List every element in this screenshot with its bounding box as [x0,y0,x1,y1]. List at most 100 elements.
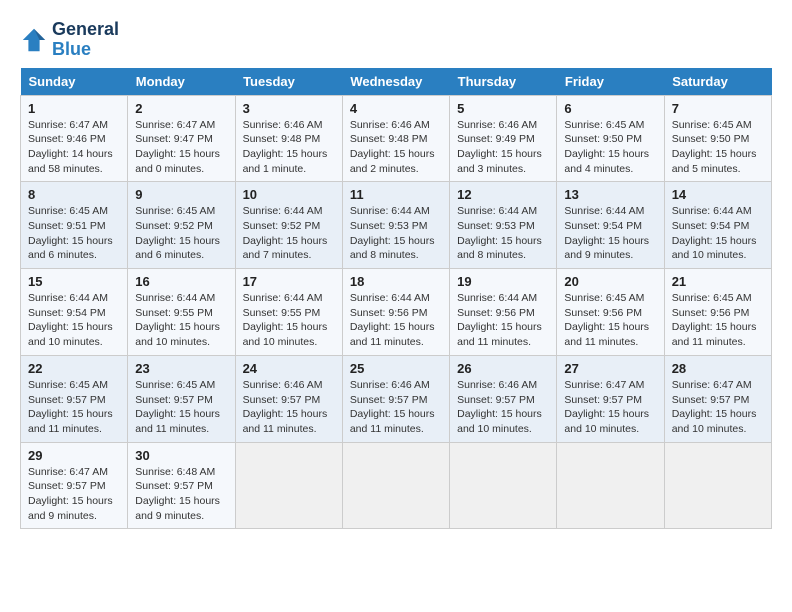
day-number: 13 [564,187,656,202]
day-info: Sunrise: 6:47 AMSunset: 9:46 PMDaylight:… [28,118,120,177]
day-info: Sunrise: 6:48 AMSunset: 9:57 PMDaylight:… [135,465,227,524]
day-number: 29 [28,448,120,463]
empty-day-cell [664,442,771,529]
day-cell-4: 4 Sunrise: 6:46 AMSunset: 9:48 PMDaylight… [342,95,449,182]
day-info: Sunrise: 6:45 AMSunset: 9:51 PMDaylight:… [28,204,120,263]
day-cell-6: 6 Sunrise: 6:45 AMSunset: 9:50 PMDaylight… [557,95,664,182]
day-info: Sunrise: 6:47 AMSunset: 9:57 PMDaylight:… [564,378,656,437]
day-cell-1: 1 Sunrise: 6:47 AMSunset: 9:46 PMDaylight… [21,95,128,182]
calendar-week-row: 1 Sunrise: 6:47 AMSunset: 9:46 PMDaylight… [21,95,772,182]
day-cell-18: 18 Sunrise: 6:44 AMSunset: 9:56 PMDayligh… [342,269,449,356]
day-number: 28 [672,361,764,376]
day-cell-3: 3 Sunrise: 6:46 AMSunset: 9:48 PMDaylight… [235,95,342,182]
day-number: 15 [28,274,120,289]
day-info: Sunrise: 6:46 AMSunset: 9:48 PMDaylight:… [243,118,335,177]
day-cell-19: 19 Sunrise: 6:44 AMSunset: 9:56 PMDayligh… [450,269,557,356]
calendar-week-row: 22Sunrise: 6:45 AMSunset: 9:57 PMDayligh… [21,355,772,442]
day-cell-2: 2 Sunrise: 6:47 AMSunset: 9:47 PMDaylight… [128,95,235,182]
day-cell-12: 12 Sunrise: 6:44 AMSunset: 9:53 PMDayligh… [450,182,557,269]
logo-text: General Blue [52,20,119,60]
day-number: 8 [28,187,120,202]
day-cell-26: 26 Sunrise: 6:46 AMSunset: 9:57 PMDayligh… [450,355,557,442]
day-cell-5: 5Sunrise: 6:46 AMSunset: 9:49 PMDaylight… [450,95,557,182]
day-cell-20: 20 Sunrise: 6:45 AMSunset: 9:56 PMDayligh… [557,269,664,356]
day-cell-8: 8 Sunrise: 6:45 AMSunset: 9:51 PMDaylight… [21,182,128,269]
day-info: Sunrise: 6:46 AMSunset: 9:48 PMDaylight:… [350,118,442,177]
day-of-week-tuesday: Tuesday [235,68,342,96]
day-number: 4 [350,101,442,116]
day-info: Sunrise: 6:47 AMSunset: 9:47 PMDaylight:… [135,118,227,177]
day-info: Sunrise: 6:44 AMSunset: 9:53 PMDaylight:… [350,204,442,263]
day-number: 24 [243,361,335,376]
day-cell-27: 27 Sunrise: 6:47 AMSunset: 9:57 PMDayligh… [557,355,664,442]
day-of-week-sunday: Sunday [21,68,128,96]
day-info: Sunrise: 6:47 AMSunset: 9:57 PMDaylight:… [28,465,120,524]
day-of-week-wednesday: Wednesday [342,68,449,96]
day-info: Sunrise: 6:46 AMSunset: 9:57 PMDaylight:… [243,378,335,437]
day-cell-23: 23 Sunrise: 6:45 AMSunset: 9:57 PMDayligh… [128,355,235,442]
day-of-week-monday: Monday [128,68,235,96]
logo: General Blue [20,20,119,60]
day-info: Sunrise: 6:45 AMSunset: 9:50 PMDaylight:… [672,118,764,177]
day-number: 20 [564,274,656,289]
day-number: 18 [350,274,442,289]
day-cell-17: 17 Sunrise: 6:44 AMSunset: 9:55 PMDayligh… [235,269,342,356]
calendar-header-row: SundayMondayTuesdayWednesdayThursdayFrid… [21,68,772,96]
day-info: Sunrise: 6:45 AMSunset: 9:56 PMDaylight:… [564,291,656,350]
day-info: Sunrise: 6:45 AMSunset: 9:50 PMDaylight:… [564,118,656,177]
day-cell-9: 9 Sunrise: 6:45 AMSunset: 9:52 PMDaylight… [128,182,235,269]
day-cell-11: 11 Sunrise: 6:44 AMSunset: 9:53 PMDayligh… [342,182,449,269]
day-number: 2 [135,101,227,116]
day-cell-21: 21 Sunrise: 6:45 AMSunset: 9:56 PMDayligh… [664,269,771,356]
day-info: Sunrise: 6:44 AMSunset: 9:53 PMDaylight:… [457,204,549,263]
day-cell-10: 10Sunrise: 6:44 AMSunset: 9:52 PMDayligh… [235,182,342,269]
day-info: Sunrise: 6:44 AMSunset: 9:52 PMDaylight:… [243,204,335,263]
logo-blue: Blue [52,39,91,59]
day-of-week-saturday: Saturday [664,68,771,96]
day-number: 26 [457,361,549,376]
day-info: Sunrise: 6:45 AMSunset: 9:57 PMDaylight:… [28,378,120,437]
day-of-week-thursday: Thursday [450,68,557,96]
day-number: 1 [28,101,120,116]
day-number: 7 [672,101,764,116]
day-cell-15: 15 Sunrise: 6:44 AMSunset: 9:54 PMDayligh… [21,269,128,356]
day-info: Sunrise: 6:44 AMSunset: 9:56 PMDaylight:… [350,291,442,350]
day-cell-29: 29 Sunrise: 6:47 AMSunset: 9:57 PMDayligh… [21,442,128,529]
day-cell-16: 16Sunrise: 6:44 AMSunset: 9:55 PMDayligh… [128,269,235,356]
day-of-week-friday: Friday [557,68,664,96]
day-cell-28: 28 Sunrise: 6:47 AMSunset: 9:57 PMDayligh… [664,355,771,442]
logo-icon [20,26,48,54]
day-info: Sunrise: 6:44 AMSunset: 9:56 PMDaylight:… [457,291,549,350]
calendar-week-row: 29 Sunrise: 6:47 AMSunset: 9:57 PMDayligh… [21,442,772,529]
day-number: 21 [672,274,764,289]
day-info: Sunrise: 6:46 AMSunset: 9:57 PMDaylight:… [350,378,442,437]
day-number: 6 [564,101,656,116]
day-info: Sunrise: 6:45 AMSunset: 9:57 PMDaylight:… [135,378,227,437]
day-cell-25: 25Sunrise: 6:46 AMSunset: 9:57 PMDayligh… [342,355,449,442]
day-number: 9 [135,187,227,202]
day-info: Sunrise: 6:44 AMSunset: 9:55 PMDaylight:… [135,291,227,350]
day-cell-13: 13Sunrise: 6:44 AMSunset: 9:54 PMDayligh… [557,182,664,269]
day-cell-7: 7 Sunrise: 6:45 AMSunset: 9:50 PMDaylight… [664,95,771,182]
day-info: Sunrise: 6:46 AMSunset: 9:57 PMDaylight:… [457,378,549,437]
empty-day-cell [450,442,557,529]
day-info: Sunrise: 6:44 AMSunset: 9:55 PMDaylight:… [243,291,335,350]
day-info: Sunrise: 6:45 AMSunset: 9:56 PMDaylight:… [672,291,764,350]
day-number: 3 [243,101,335,116]
day-number: 11 [350,187,442,202]
day-info: Sunrise: 6:44 AMSunset: 9:54 PMDaylight:… [28,291,120,350]
day-cell-24: 24 Sunrise: 6:46 AMSunset: 9:57 PMDayligh… [235,355,342,442]
day-info: Sunrise: 6:45 AMSunset: 9:52 PMDaylight:… [135,204,227,263]
day-number: 17 [243,274,335,289]
day-cell-22: 22Sunrise: 6:45 AMSunset: 9:57 PMDayligh… [21,355,128,442]
day-info: Sunrise: 6:44 AMSunset: 9:54 PMDaylight:… [672,204,764,263]
day-info: Sunrise: 6:47 AMSunset: 9:57 PMDaylight:… [672,378,764,437]
day-number: 23 [135,361,227,376]
day-cell-30: 30Sunrise: 6:48 AMSunset: 9:57 PMDayligh… [128,442,235,529]
empty-day-cell [342,442,449,529]
day-info: Sunrise: 6:46 AMSunset: 9:49 PMDaylight:… [457,118,549,177]
day-number: 12 [457,187,549,202]
day-number: 19 [457,274,549,289]
day-number: 27 [564,361,656,376]
calendar-week-row: 15 Sunrise: 6:44 AMSunset: 9:54 PMDayligh… [21,269,772,356]
